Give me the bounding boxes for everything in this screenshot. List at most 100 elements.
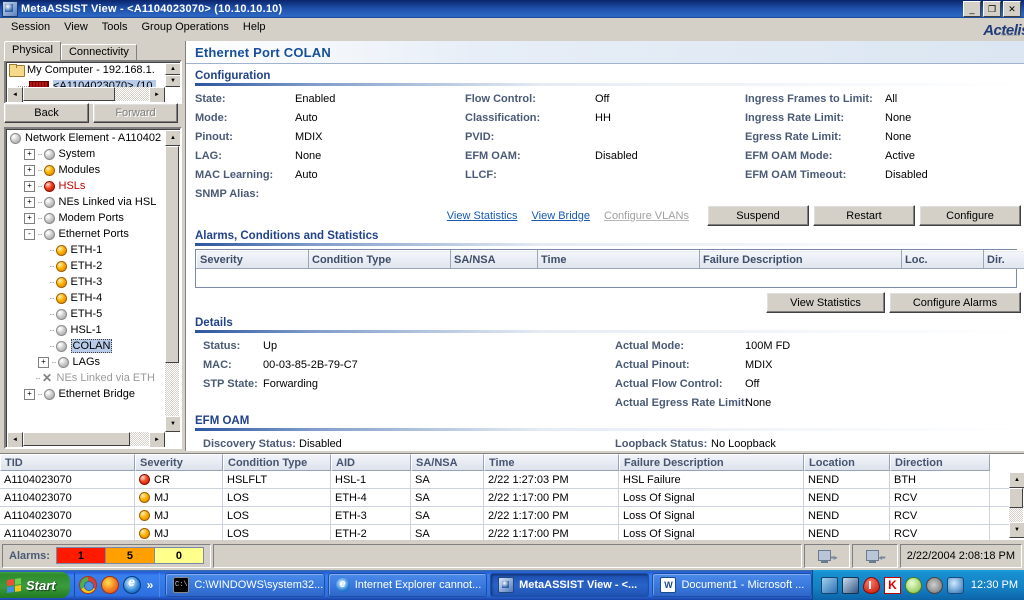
scroll-left-icon[interactable]: ◄ <box>7 87 23 103</box>
tree-hscrollbar[interactable]: ◄ ► <box>7 432 165 446</box>
tree-node[interactable]: +···Modules <box>6 162 164 178</box>
scroll-down-icon[interactable]: ▼ <box>1009 522 1024 538</box>
scroll-down-icon[interactable]: ▼ <box>165 416 181 432</box>
alarms-grid-column-header[interactable]: Dir. <box>984 251 1024 269</box>
tree-node[interactable]: +···HSLs <box>6 178 164 194</box>
alarm-log-table[interactable]: TIDSeverityCondition TypeAIDSA/NSATimeFa… <box>0 453 1024 540</box>
menu-group-operations[interactable]: Group Operations <box>134 19 235 35</box>
kaspersky-icon[interactable]: K <box>884 577 901 594</box>
tree-expander-icon[interactable]: + <box>24 181 35 192</box>
tree-expander-icon[interactable]: + <box>24 165 35 176</box>
display-icon[interactable] <box>947 577 964 594</box>
configure-button[interactable]: Configure <box>919 205 1021 226</box>
alarm-log-row[interactable]: A1104023070MJLOSETH-2SA2/22 1:17:00 PMLo… <box>0 525 1024 540</box>
tree-node[interactable]: ···ETH-4 <box>6 290 164 306</box>
alarm-log-column-header[interactable]: Failure Description <box>619 454 804 471</box>
tree-node[interactable]: ···ETH-2 <box>6 258 164 274</box>
scroll-left-icon[interactable]: ◄ <box>7 432 23 448</box>
scroll-up-icon[interactable]: ▲ <box>165 130 181 146</box>
restart-button[interactable]: Restart <box>813 205 915 226</box>
tree-node[interactable]: +···Modem Ports <box>6 210 164 226</box>
alarms-grid[interactable]: SeverityCondition TypeSA/NSATimeFailure … <box>195 249 1017 288</box>
alarm-log-column-header[interactable]: Condition Type <box>223 454 331 471</box>
alarm-log-column-header[interactable]: Time <box>484 454 619 471</box>
tree-node[interactable]: +···System <box>6 146 164 162</box>
view-statistics-button[interactable]: View Statistics <box>766 292 885 313</box>
alarm-log-column-header[interactable]: AID <box>331 454 411 471</box>
computer-tree-hscrollbar[interactable]: ◄ ► <box>7 87 165 101</box>
tree-node[interactable]: ···ETH-3 <box>6 274 164 290</box>
maximize-button[interactable]: ❐ <box>983 1 1001 17</box>
alarms-grid-column-header[interactable]: Severity <box>197 251 309 269</box>
scroll-right-icon[interactable]: ► <box>149 87 165 103</box>
alarm-log-column-header[interactable]: Location <box>804 454 890 471</box>
tree-node[interactable]: +···Ethernet Bridge <box>6 386 164 402</box>
tree-node[interactable]: +···NEs Linked via HSL <box>6 194 164 210</box>
alarms-grid-column-header[interactable]: Time <box>538 251 700 269</box>
link-view-statistics[interactable]: View Statistics <box>447 210 518 222</box>
alarms-grid-column-header[interactable]: Condition Type <box>309 251 451 269</box>
scroll-right-icon[interactable]: ► <box>149 432 165 448</box>
chrome-icon[interactable] <box>79 576 97 594</box>
alarm-summary-panel[interactable]: Alarms: 1 5 0 <box>2 544 211 568</box>
internet-explorer-icon[interactable] <box>123 576 141 594</box>
alarm-log-row[interactable]: A1104023070MJLOSETH-4SA2/22 1:17:00 PMLo… <box>0 489 1024 507</box>
alarms-grid-column-header[interactable]: SA/NSA <box>451 251 538 269</box>
tree-expander-icon[interactable]: + <box>24 197 35 208</box>
tree-node[interactable]: Network Element - A110402 <box>6 130 164 146</box>
taskbar-task-button[interactable]: MetaASSIST View - <... <box>490 573 649 597</box>
wireless-network-icon[interactable] <box>842 577 859 594</box>
configure-alarms-button[interactable]: Configure Alarms <box>889 292 1021 313</box>
scroll-up-icon[interactable]: ▲ <box>1009 472 1024 488</box>
tree-node[interactable]: ···ETH-5 <box>6 306 164 322</box>
computer-tree-vscrollbar[interactable]: ▲ ▼ <box>165 63 179 87</box>
security-shield-icon[interactable] <box>863 577 880 594</box>
tree-node[interactable]: ···HSL-1 <box>6 322 164 338</box>
alarm-log-column-header[interactable]: SA/NSA <box>411 454 484 471</box>
menu-help[interactable]: Help <box>236 19 273 35</box>
alarms-grid-column-header[interactable]: Failure Description <box>700 251 902 269</box>
tree-item-my-computer[interactable]: My Computer - 192.168.1. <box>6 62 164 78</box>
volume-icon[interactable] <box>926 577 943 594</box>
tab-connectivity[interactable]: Connectivity <box>61 44 137 61</box>
taskbar-task-button[interactable]: C:\C:\WINDOWS\system32... <box>165 573 324 597</box>
tree-node[interactable]: +···LAGs <box>6 354 164 370</box>
menu-session[interactable]: Session <box>4 19 57 35</box>
close-button[interactable]: ✕ <box>1003 1 1021 17</box>
taskbar-task-button[interactable]: WDocument1 - Microsoft ... <box>652 573 811 597</box>
suspend-button[interactable]: Suspend <box>707 205 809 226</box>
taskbar-task-button[interactable]: Internet Explorer cannot... <box>328 573 487 597</box>
alarms-grid-column-header[interactable]: Loc. <box>902 251 984 269</box>
alarm-log-column-header[interactable]: Direction <box>890 454 990 471</box>
menu-view[interactable]: View <box>57 19 95 35</box>
tree-expander-icon[interactable]: + <box>24 149 35 160</box>
messenger-icon[interactable] <box>905 577 922 594</box>
firefox-icon[interactable] <box>101 576 119 594</box>
alarm-log-vscrollbar[interactable]: ▲ ▼ <box>1009 472 1023 538</box>
tree-node[interactable]: ···ETH-1 <box>6 242 164 258</box>
taskbar-clock[interactable]: 12:30 PM <box>971 579 1018 591</box>
tree-expander-icon[interactable]: + <box>24 389 35 400</box>
forward-button[interactable]: Forward <box>93 103 178 123</box>
minimize-button[interactable]: _ <box>963 1 981 17</box>
chevron-more-icon[interactable]: » <box>145 578 156 592</box>
alarm-log-column-header[interactable]: Severity <box>135 454 223 471</box>
scroll-up-icon[interactable]: ▲ <box>165 63 181 75</box>
start-button[interactable]: Start <box>0 572 70 598</box>
network-element-tree[interactable]: Network Element - A110402+···System+···M… <box>4 127 182 449</box>
back-button[interactable]: Back <box>4 103 89 123</box>
alarm-log-row[interactable]: A1104023070MJLOSETH-3SA2/22 1:17:00 PMLo… <box>0 507 1024 525</box>
computer-tree[interactable]: My Computer - 192.168.1. ······ <A110402… <box>4 60 182 104</box>
alarm-log-row[interactable]: A1104023070CRHSLFLTHSL-1SA2/22 1:27:03 P… <box>0 471 1024 489</box>
tree-node[interactable]: -···Ethernet Ports <box>6 226 164 242</box>
tree-vscrollbar[interactable]: ▲ ▼ <box>165 130 179 432</box>
tree-expander-icon[interactable]: + <box>38 357 49 368</box>
menu-tools[interactable]: Tools <box>95 19 135 35</box>
tab-physical[interactable]: Physical <box>4 41 61 61</box>
tree-node[interactable]: ···✕NEs Linked via ETH <box>6 370 164 386</box>
tree-node[interactable]: ···COLAN <box>6 338 164 354</box>
tree-expander-icon[interactable]: - <box>24 229 35 240</box>
scroll-down-icon[interactable]: ▼ <box>165 75 181 87</box>
tree-expander-icon[interactable]: + <box>24 213 35 224</box>
link-view-bridge[interactable]: View Bridge <box>532 210 591 222</box>
